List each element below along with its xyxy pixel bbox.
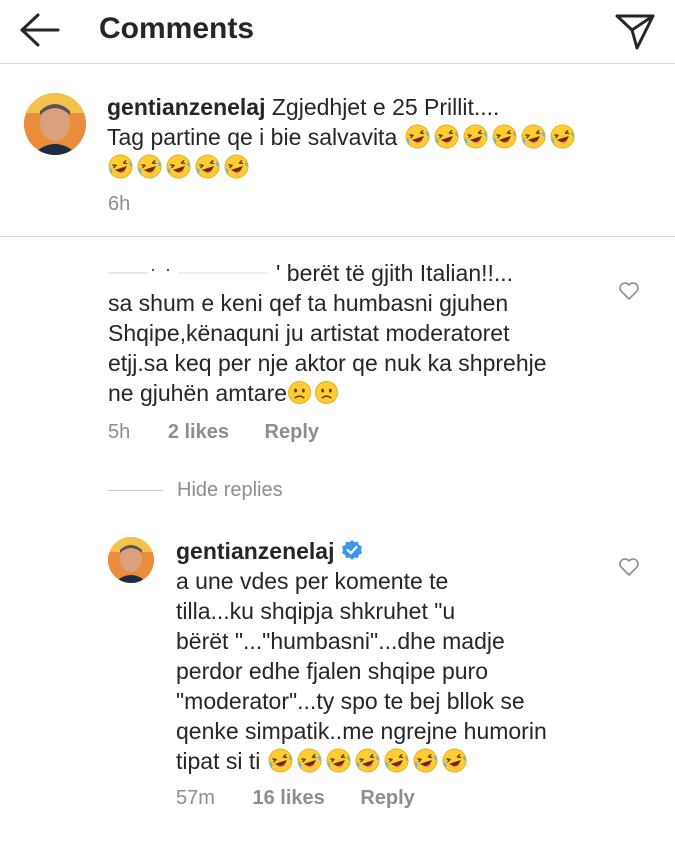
laugh-emoji-row bbox=[404, 124, 578, 150]
laughing-tears-emoji-icon bbox=[194, 153, 221, 180]
reply-lines: a une vdes per komente te tilla...ku shq… bbox=[176, 566, 616, 746]
laughing-tears-emoji-icon bbox=[462, 123, 489, 150]
caption-line1: Zgjedhjet e 25 Prillit.... bbox=[271, 94, 500, 120]
laughing-tears-emoji-icon bbox=[491, 123, 518, 150]
reply-line: qenke simpatik..me ngrejne humorin bbox=[176, 718, 547, 744]
back-arrow-icon[interactable] bbox=[18, 10, 62, 50]
reply-meta: 57m 16 likes Reply bbox=[176, 786, 415, 810]
comment-line: ne gjuhën amtare bbox=[108, 380, 288, 406]
laugh-emoji-row bbox=[267, 748, 470, 774]
reply-last-line: tipat si ti bbox=[176, 748, 261, 774]
caption-username[interactable]: gentianzenelaj bbox=[107, 94, 265, 120]
laugh-emoji-row bbox=[107, 154, 252, 180]
laughing-tears-emoji-icon bbox=[325, 747, 352, 774]
laughing-tears-emoji-icon bbox=[520, 123, 547, 150]
reply-line: tilla...ku shqipja shkruhet "u bbox=[176, 598, 456, 624]
laughing-tears-emoji-icon bbox=[107, 153, 134, 180]
direct-send-icon[interactable] bbox=[613, 8, 657, 52]
caption-divider bbox=[0, 236, 675, 237]
comments-header: Comments bbox=[0, 0, 675, 64]
reply-line: "moderator"...ty spo te bej bllok se bbox=[176, 688, 525, 714]
comment-line: ' berët të gjith Italian!!... bbox=[276, 260, 514, 286]
comment-line: etjj.sa keq per nje aktor qe nuk ka shpr… bbox=[108, 350, 547, 376]
like-heart-icon[interactable] bbox=[618, 557, 640, 577]
verified-badge-icon bbox=[340, 539, 364, 563]
reply-line: a une vdes per komente te bbox=[176, 568, 449, 594]
caption-meta: 6h bbox=[108, 192, 130, 216]
hide-replies-line bbox=[108, 490, 163, 491]
laughing-tears-emoji-icon bbox=[296, 747, 323, 774]
laughing-tears-emoji-icon bbox=[412, 747, 439, 774]
comment-text: ' berët të gjith Italian!!... sa shum e … bbox=[108, 258, 628, 408]
comment-timestamp: 5h bbox=[108, 421, 131, 443]
confused-face-emoji-icon bbox=[314, 380, 339, 405]
comment-likes[interactable]: 2 likes bbox=[168, 421, 229, 443]
reply-username[interactable]: gentianzenelaj bbox=[176, 538, 334, 564]
reply-avatar[interactable] bbox=[108, 537, 154, 583]
laughing-tears-emoji-icon bbox=[404, 123, 431, 150]
laughing-tears-emoji-icon bbox=[136, 153, 163, 180]
laughing-tears-emoji-icon bbox=[549, 123, 576, 150]
laughing-tears-emoji-icon bbox=[354, 747, 381, 774]
reply-likes[interactable]: 16 likes bbox=[252, 787, 324, 809]
laughing-tears-emoji-icon bbox=[223, 153, 250, 180]
laughing-tears-emoji-icon bbox=[165, 153, 192, 180]
sad-emoji-row bbox=[287, 380, 341, 406]
hide-replies-button[interactable]: Hide replies bbox=[177, 478, 283, 502]
caption-avatar[interactable] bbox=[24, 93, 86, 155]
comment-reply-button[interactable]: Reply bbox=[265, 421, 319, 443]
comment-meta: 5h 2 likes Reply bbox=[108, 420, 319, 444]
reply-line: bërët "..."humbasni"...dhe madje bbox=[176, 628, 505, 654]
caption-line2: Tag partine qe i bie salvavita bbox=[107, 124, 398, 150]
confused-face-emoji-icon bbox=[287, 380, 312, 405]
comment-line: Shqipe,kënaquni ju artistat moderatoret bbox=[108, 320, 510, 346]
reply-reply-button[interactable]: Reply bbox=[360, 787, 414, 809]
laughing-tears-emoji-icon bbox=[267, 747, 294, 774]
laughing-tears-emoji-icon bbox=[441, 747, 468, 774]
laughing-tears-emoji-icon bbox=[433, 123, 460, 150]
laughing-tears-emoji-icon bbox=[383, 747, 410, 774]
page-title: Comments bbox=[99, 12, 255, 45]
reply-timestamp: 57m bbox=[176, 787, 215, 809]
reply-line: perdor edhe fjalen shqipe puro bbox=[176, 658, 489, 684]
caption-text: gentianzenelaj Zgjedhjet e 25 Prillit...… bbox=[107, 92, 637, 182]
caption-timestamp: 6h bbox=[108, 193, 131, 215]
like-heart-icon[interactable] bbox=[618, 281, 640, 301]
reply-text: gentianzenelaj a une vdes per komente te… bbox=[176, 536, 616, 776]
comment-line: sa shum e keni qef ta humbasni gjuhen bbox=[108, 290, 509, 316]
